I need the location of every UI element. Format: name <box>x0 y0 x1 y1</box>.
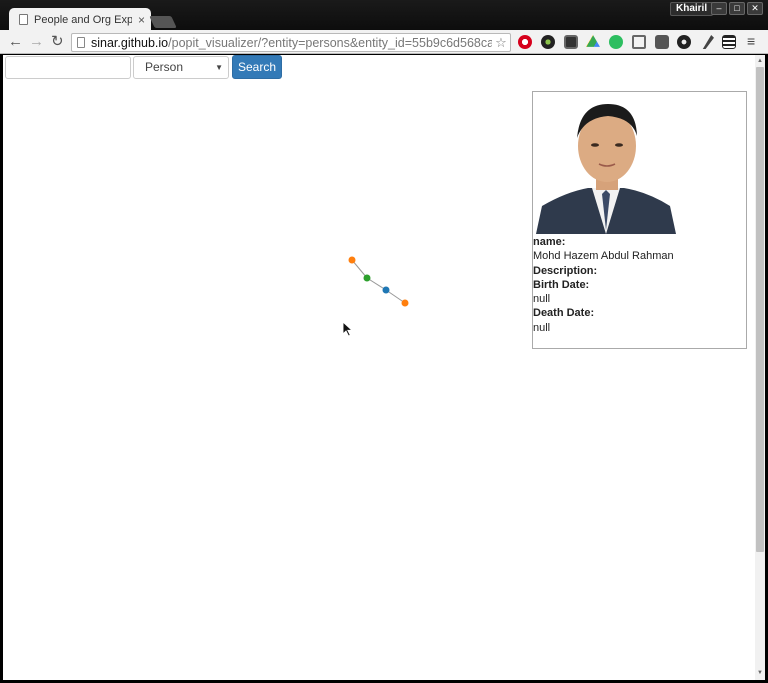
browser-tab[interactable]: People and Org Explorer × <box>9 8 151 31</box>
mouse-cursor-icon <box>342 321 354 337</box>
scrollbar-thumb[interactable] <box>756 67 764 552</box>
tab-title: People and Org Explorer <box>34 13 132 26</box>
address-bar[interactable]: sinar.github.io/popit_visualizer/?entity… <box>71 33 511 52</box>
opera-icon[interactable] <box>518 35 532 49</box>
death-date-label: Death Date: <box>533 307 595 320</box>
person-photo <box>536 98 676 234</box>
pocket-icon[interactable] <box>655 35 669 49</box>
name-label: name: <box>533 236 566 248</box>
forward-button[interactable]: → <box>29 32 44 52</box>
window-titlebar: People and Org Explorer × Khairil – □ ✕ <box>0 0 768 31</box>
graph-node[interactable] <box>363 274 371 282</box>
scroll-up-icon[interactable]: ▲ <box>756 57 764 65</box>
browser-menu-icon[interactable]: ≡ <box>747 33 755 49</box>
profile-button[interactable]: Khairil <box>670 2 714 16</box>
chevron-down-icon: ▼ <box>215 63 223 72</box>
tab-close-icon[interactable]: × <box>138 14 145 26</box>
document-icon <box>19 14 28 25</box>
bookmark-star-icon[interactable]: ☆ <box>492 35 510 51</box>
cast-icon[interactable] <box>632 35 646 49</box>
scroll-down-icon[interactable]: ▼ <box>756 669 764 677</box>
browser-toolbar: ← → ↻ sinar.github.io/popit_visualizer/?… <box>0 30 768 54</box>
speedometer-icon[interactable] <box>541 35 555 49</box>
name-value: Mohd Hazem Abdul Rahman <box>533 250 674 263</box>
graph-node[interactable] <box>348 256 356 264</box>
birth-date-value: null <box>533 293 551 306</box>
back-button[interactable]: ← <box>8 32 23 52</box>
description-label: Description: <box>533 264 598 277</box>
url-host: sinar.github.io <box>91 35 169 50</box>
graph-link <box>351 259 368 279</box>
maximize-button[interactable]: □ <box>729 2 745 15</box>
birth-date-label: Birth Date: <box>533 278 590 291</box>
calendar-icon[interactable] <box>722 35 736 49</box>
url-path: /popit_visualizer/?entity=persons&entity… <box>168 35 492 50</box>
reload-button[interactable]: ↻ <box>51 32 64 52</box>
close-window-button[interactable]: ✕ <box>747 2 763 15</box>
window-controls: – □ ✕ <box>711 2 763 15</box>
person-details: name: Mohd Hazem Abdul Rahman Descriptio… <box>533 235 743 335</box>
vertical-scrollbar[interactable]: ▲ ▼ <box>755 55 765 680</box>
person-info-panel: name: Mohd Hazem Abdul Rahman Descriptio… <box>532 91 747 349</box>
drive-icon[interactable] <box>586 35 600 47</box>
graph-node[interactable] <box>401 299 409 307</box>
search-button[interactable]: Search <box>232 55 282 79</box>
new-tab-button[interactable] <box>149 16 177 28</box>
feather-icon[interactable] <box>702 35 714 49</box>
death-date-value: null <box>533 321 551 334</box>
search-input[interactable] <box>5 56 131 79</box>
page-viewport: Person ▼ Search name: Mohd Hazem Abdul R… <box>3 55 765 680</box>
entity-type-select[interactable]: Person ▼ <box>133 56 229 79</box>
evernote-icon[interactable] <box>609 35 623 49</box>
graph-node[interactable] <box>382 286 390 294</box>
dark-gauge-icon[interactable] <box>677 35 691 49</box>
minimize-button[interactable]: – <box>711 2 727 15</box>
reader-icon[interactable] <box>564 35 578 49</box>
url-text[interactable]: sinar.github.io/popit_visualizer/?entity… <box>91 36 492 50</box>
page-info-icon[interactable] <box>77 37 85 48</box>
entity-type-value: Person <box>145 60 184 74</box>
